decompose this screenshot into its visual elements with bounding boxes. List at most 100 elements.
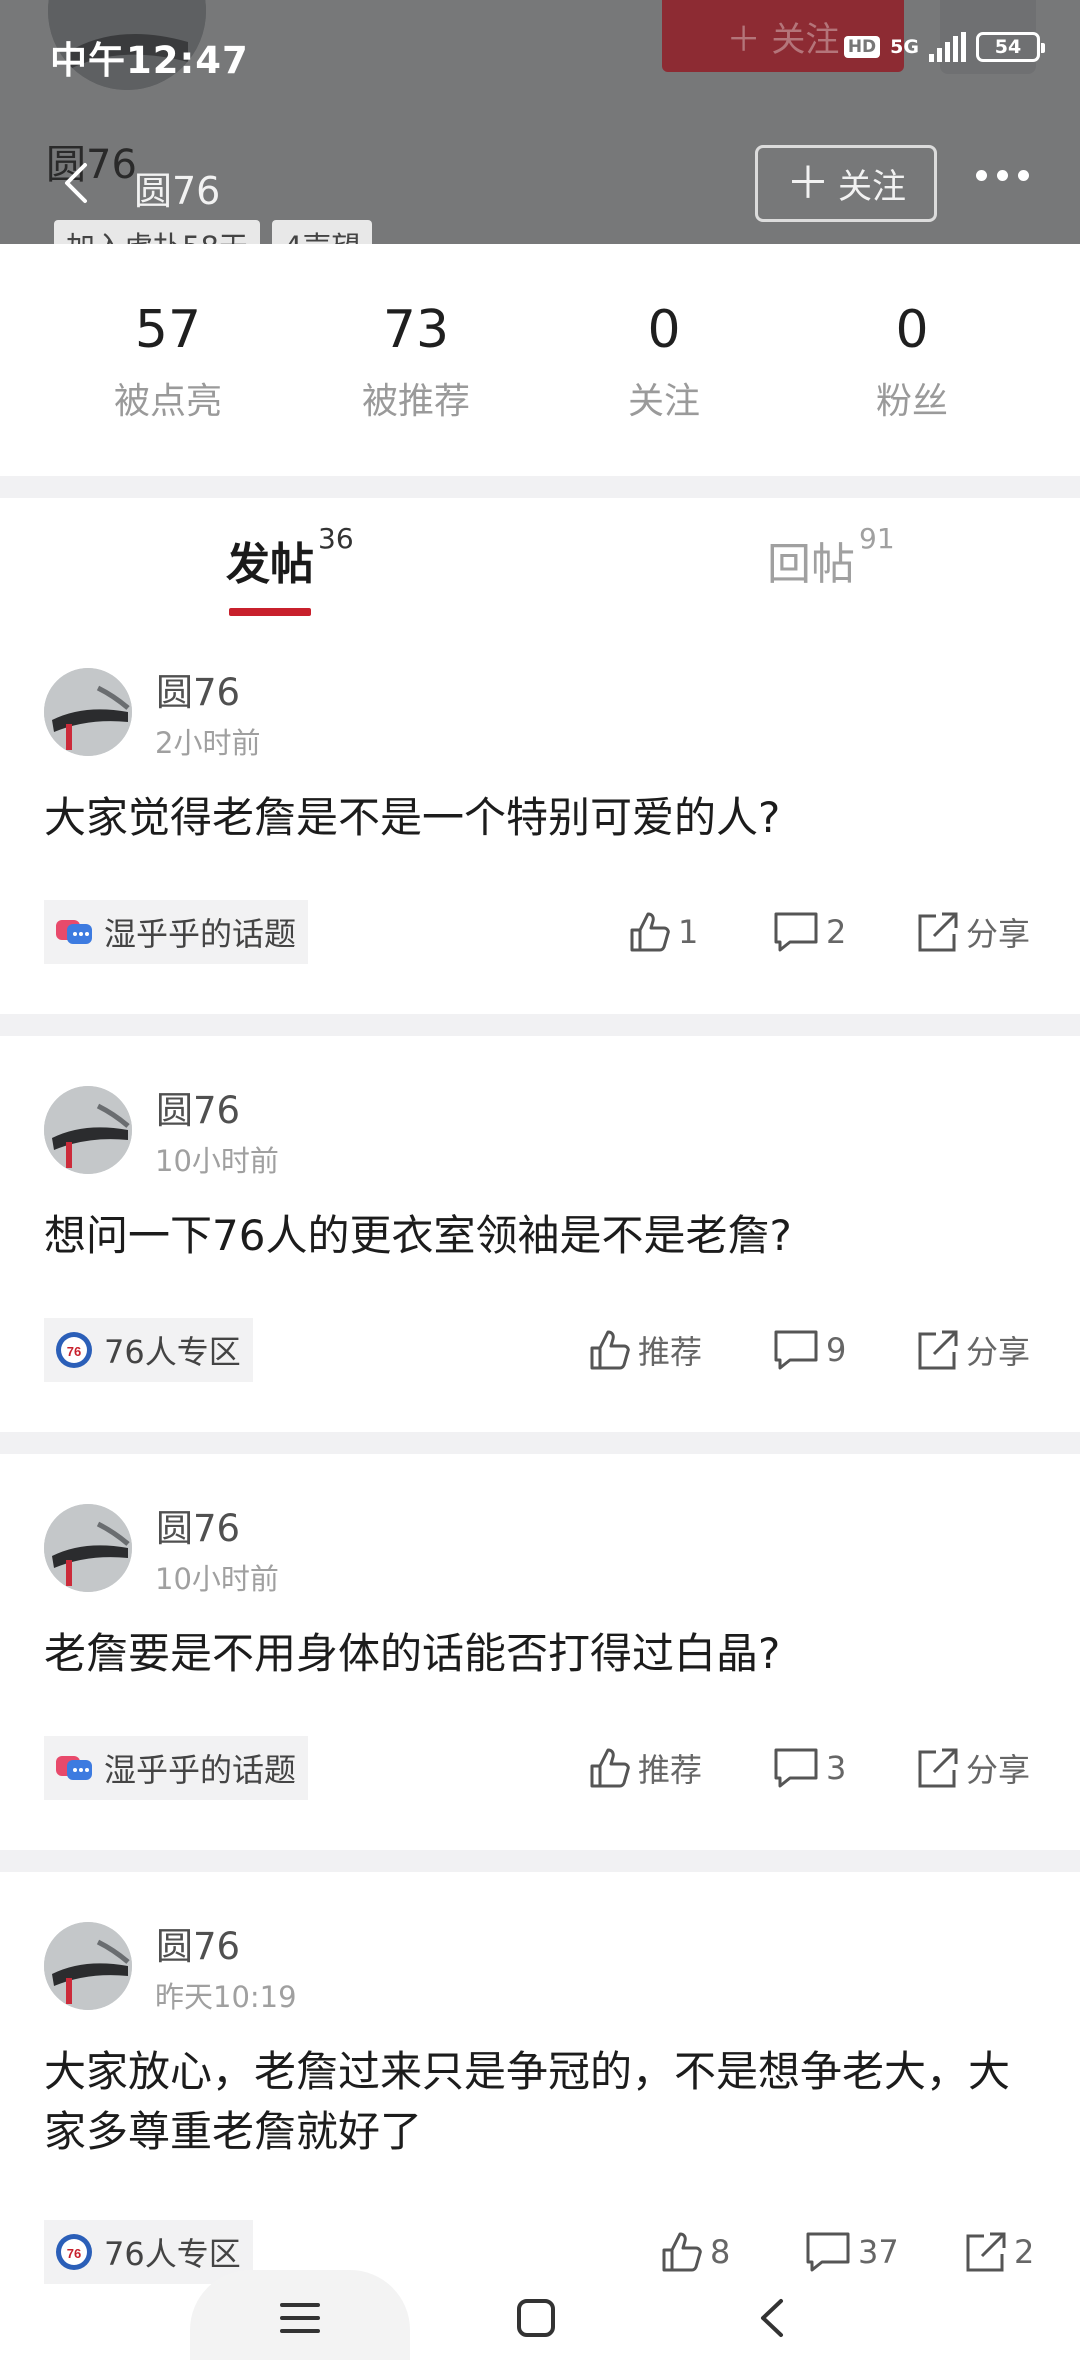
post-item[interactable]: 圆76 昨天10:19 大家放心，老詹过来只是争冠的，不是想争老大，大家多尊重老… (0, 1922, 1080, 2284)
stat-fans[interactable]: 0 粉丝 (788, 280, 1036, 460)
post-time: 昨天10:19 (155, 1980, 297, 2014)
share-label: 分享 (966, 1751, 1031, 1789)
back-nav-icon[interactable] (742, 2290, 802, 2346)
comment-icon (774, 1748, 818, 1788)
topic-label: 湿乎乎的话题 (104, 915, 297, 953)
tab-replies[interactable]: 回帖91 (767, 522, 895, 592)
comment-count: 37 (858, 2233, 899, 2271)
stat-label: 被点亮 (113, 381, 222, 422)
post-title[interactable]: 大家放心，老詹过来只是争冠的，不是想争老大，大家多尊重老詹就好了 (44, 2042, 1044, 2162)
share-count: 2 (1014, 2233, 1035, 2271)
post-time: 10小时前 (155, 1562, 279, 1596)
team-logo-icon: 76 (56, 2234, 92, 2270)
network-label: 5G (890, 36, 919, 58)
tab-count: 36 (318, 522, 354, 555)
menu-nav-icon[interactable] (270, 2290, 330, 2346)
topic-label: 76人专区 (104, 2235, 241, 2273)
share-label: 分享 (966, 915, 1031, 953)
follow-label: 关注 (838, 167, 906, 207)
topic-tag[interactable]: 湿乎乎的话题 (44, 900, 309, 964)
post-author[interactable]: 圆76 (156, 662, 240, 716)
comment-button[interactable]: 9 (772, 1318, 846, 1382)
stat-recommended[interactable]: 73 被推荐 (292, 280, 540, 460)
comment-button[interactable]: 3 (772, 1736, 846, 1800)
recommend-button[interactable]: 推荐 (588, 1318, 702, 1382)
share-label: 分享 (966, 1333, 1031, 1371)
hd-badge: HD (843, 36, 881, 58)
post-actions: 76 76人专区 推荐 9 分享 (0, 1318, 1080, 1382)
stat-following[interactable]: 0 关注 (540, 280, 788, 460)
post-tabs: 发帖36 回帖91 (0, 498, 1080, 628)
status-icons: HD 5G 54 (843, 32, 1045, 62)
post-title[interactable]: 想问一下76人的更衣室领袖是不是老詹? (44, 1206, 1044, 1266)
post-item[interactable]: 圆76 10小时前 老詹要是不用身体的话能否打得过白晶? 湿乎乎的话题 推荐 3… (0, 1504, 1080, 1844)
post-author[interactable]: 圆76 (156, 1916, 240, 1970)
signal-icon (929, 32, 966, 62)
like-count: 1 (678, 913, 699, 951)
avatar[interactable] (44, 1504, 132, 1592)
join-days-tag: 加入虎扑58天 (54, 220, 260, 244)
chat-topic-icon (56, 920, 92, 944)
share-icon (918, 1330, 958, 1370)
follow-button[interactable]: ＋ 关注 (755, 145, 937, 222)
thumbs-up-icon (590, 1748, 630, 1788)
plus-icon: ＋ (786, 157, 830, 209)
profile-stats: 57 被点亮 73 被推荐 0 关注 0 粉丝 (0, 280, 1080, 460)
tab-label: 回帖 (767, 539, 855, 590)
more-options-icon[interactable] (976, 170, 1029, 181)
avatar[interactable] (44, 668, 132, 756)
section-divider (0, 476, 1080, 498)
stat-lit[interactable]: 57 被点亮 (44, 280, 292, 460)
chat-topic-icon (56, 1756, 92, 1780)
post-title[interactable]: 老詹要是不用身体的话能否打得过白晶? (44, 1624, 1044, 1684)
avatar[interactable] (44, 1086, 132, 1174)
home-nav-icon[interactable] (506, 2290, 566, 2346)
share-button[interactable]: 分享 (916, 900, 1030, 964)
profile-tags: 加入虎扑58天 4声望 (54, 220, 373, 244)
status-time: 中午12:47 (50, 39, 249, 82)
stat-value: 0 (895, 300, 929, 360)
stat-label: 关注 (627, 381, 700, 422)
topic-tag[interactable]: 湿乎乎的话题 (44, 1736, 309, 1800)
share-button[interactable]: 分享 (916, 1736, 1030, 1800)
back-button[interactable] (56, 158, 96, 208)
comment-button[interactable]: 2 (772, 900, 846, 964)
thumbs-up-icon (662, 2232, 702, 2272)
post-author[interactable]: 圆76 (156, 1498, 240, 1552)
stat-label: 被推荐 (361, 381, 470, 422)
topic-label: 湿乎乎的话题 (104, 1751, 297, 1789)
tab-label: 发帖 (226, 539, 314, 590)
avatar[interactable] (44, 1922, 132, 2010)
topic-tag[interactable]: 76 76人专区 (44, 1318, 253, 1382)
post-divider (0, 1014, 1080, 1036)
tab-posts[interactable]: 发帖36 (226, 522, 354, 592)
share-icon (966, 2232, 1006, 2272)
svg-text:76: 76 (67, 2246, 81, 2261)
post-time: 2小时前 (155, 726, 261, 760)
comment-count: 2 (826, 913, 847, 951)
stat-value: 73 (382, 300, 450, 360)
thumbs-up-icon (630, 912, 670, 952)
profile-header: ＋ 关注 中午12:47 HD 5G 54 圆76 圆76 ＋ 关注 加入虎扑5… (0, 0, 1080, 244)
stat-label: 粉丝 (875, 381, 948, 422)
post-item[interactable]: 圆76 10小时前 想问一下76人的更衣室领袖是不是老詹? 76 76人专区 推… (0, 1086, 1080, 1426)
post-item[interactable]: 圆76 2小时前 大家觉得老詹是不是一个特别可爱的人? 湿乎乎的话题 1 2 分… (0, 668, 1080, 1008)
share-button[interactable]: 分享 (916, 1318, 1030, 1382)
thumbs-up-icon (590, 1330, 630, 1370)
post-time: 10小时前 (155, 1144, 279, 1178)
post-divider (0, 1432, 1080, 1454)
post-author[interactable]: 圆76 (156, 1080, 240, 1134)
like-button[interactable]: 1 (628, 900, 698, 964)
share-icon (918, 1748, 958, 1788)
recommend-label: 推荐 (638, 1333, 703, 1371)
like-count: 8 (710, 2233, 731, 2271)
post-divider (0, 1850, 1080, 1872)
system-nav-bar (0, 2270, 1080, 2360)
recommend-label: 推荐 (638, 1751, 703, 1789)
recommend-button[interactable]: 推荐 (588, 1736, 702, 1800)
post-title[interactable]: 大家觉得老詹是不是一个特别可爱的人? (44, 788, 1044, 848)
chevron-left-icon (65, 163, 87, 203)
svg-text:76: 76 (67, 1344, 81, 1359)
stat-value: 0 (647, 300, 681, 360)
stat-value: 57 (134, 300, 202, 360)
